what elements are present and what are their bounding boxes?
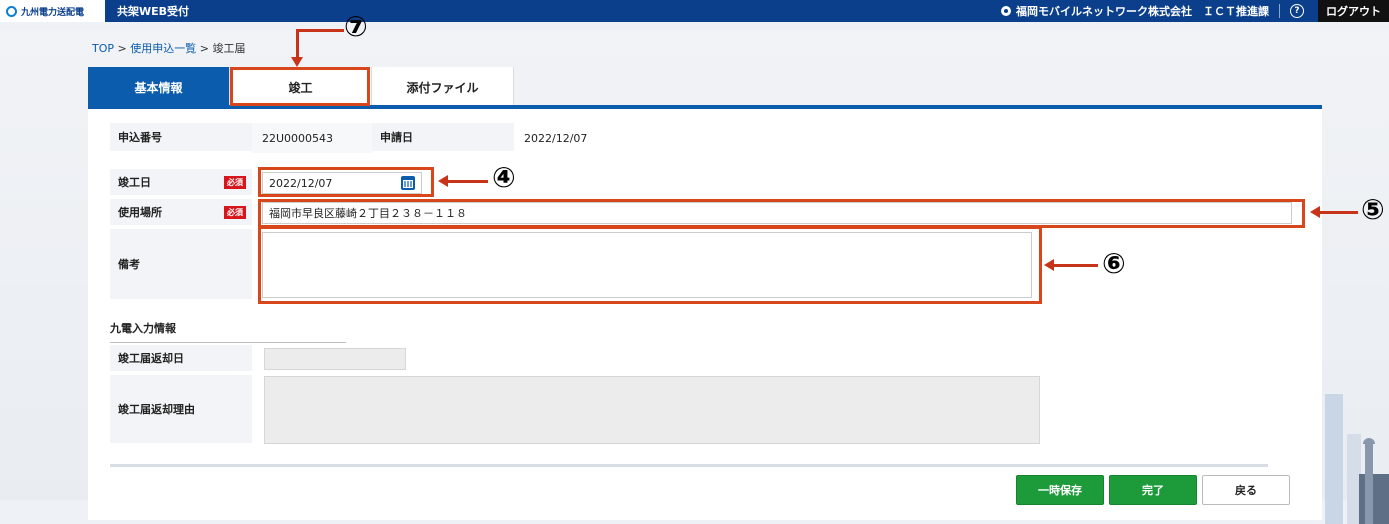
company-logo[interactable]: 九州電力送配電 [0,0,105,22]
return-reason-cell [252,375,1052,445]
return-reason-label: 竣工届返却理由 [110,375,252,445]
remarks-label: 備考 [110,229,252,301]
app-title: 共架WEB受付 [117,5,190,18]
annotation-arrowhead [1310,206,1320,218]
breadcrumb-separator: > [196,42,213,55]
help-icon[interactable]: ? [1290,4,1304,18]
annotation-callout-5: ⑤ [1361,196,1385,224]
location-label: 使用場所 必須 [110,199,252,227]
city-background-illustration [1325,394,1389,524]
annotation-arrow-line [448,180,488,183]
return-reason-row: 竣工届返却理由 [110,375,1052,445]
user-organization: 福岡モバイルネットワーク株式会社 ＩＣＴ推進課 [1016,5,1269,18]
tab-attachments[interactable]: 添付ファイル [372,67,514,107]
required-badge: 必須 [224,175,246,189]
kyuden-input-section-title: 九電入力情報 [110,320,346,343]
annotation-arrow-line [1054,264,1098,267]
required-badge: 必須 [224,205,246,219]
completion-date-label-text: 竣工日 [118,176,151,189]
breadcrumb-separator: > [114,42,131,55]
annotation-callout-4: ④ [492,161,516,194]
annotation-callout-6: ⑥ [1102,247,1126,280]
user-icon [1001,6,1011,16]
divider [1279,4,1280,18]
save-temporary-button[interactable]: 一時保存 [1016,475,1104,505]
annotation-arrow-line [296,29,299,59]
annotation-highlight-completion-date [258,167,434,197]
return-date-label: 竣工届返却日 [110,345,252,373]
company-logo-icon [6,5,17,17]
application-date-value: 2022/12/07 [524,131,588,145]
user-area: 福岡モバイルネットワーク株式会社 ＩＣＴ推進課 ? ログアウト [1001,0,1389,22]
annotation-arrow-line [296,29,344,32]
breadcrumb: TOP > 使用申込一覧 > 竣工届 [92,40,245,56]
annotation-highlight-completion-tab [230,67,370,106]
annotation-highlight-location [258,199,1305,228]
annotation-highlight-remarks [258,226,1042,304]
location-label-text: 使用場所 [118,206,162,219]
tab-basic-info[interactable]: 基本情報 [88,67,230,107]
footer-divider [110,464,1268,467]
annotation-arrow-line [1320,211,1358,214]
complete-button[interactable]: 完了 [1109,475,1197,505]
logout-button[interactable]: ログアウト [1318,0,1389,22]
application-number-label: 申込番号 [110,123,252,153]
annotation-arrowhead [1044,259,1054,271]
breadcrumb-top-link[interactable]: TOP [92,42,114,55]
application-number-value: 22U0000543 [252,123,372,153]
top-navigation-bar: 九州電力送配電 共架WEB受付 福岡モバイルネットワーク株式会社 ＩＣＴ推進課 … [0,0,1389,22]
breadcrumb-current: 竣工届 [212,42,246,55]
breadcrumb-application-list-link[interactable]: 使用申込一覧 [130,42,196,55]
application-info-row: 申込番号 22U0000543 申請日 2022/12/07 [110,123,714,153]
completion-date-label: 竣工日 必須 [110,169,252,197]
return-date-row: 竣工届返却日 [110,345,412,373]
annotation-arrowhead [438,175,448,187]
application-date-label: 申請日 [372,123,514,153]
company-logo-text: 九州電力送配電 [21,7,85,18]
annotation-arrowhead [291,57,303,67]
return-date-input [264,348,406,370]
annotation-callout-7: ⑦ [344,10,368,43]
return-date-cell [252,345,412,373]
return-reason-textarea [264,376,1040,444]
back-button[interactable]: 戻る [1202,475,1290,505]
